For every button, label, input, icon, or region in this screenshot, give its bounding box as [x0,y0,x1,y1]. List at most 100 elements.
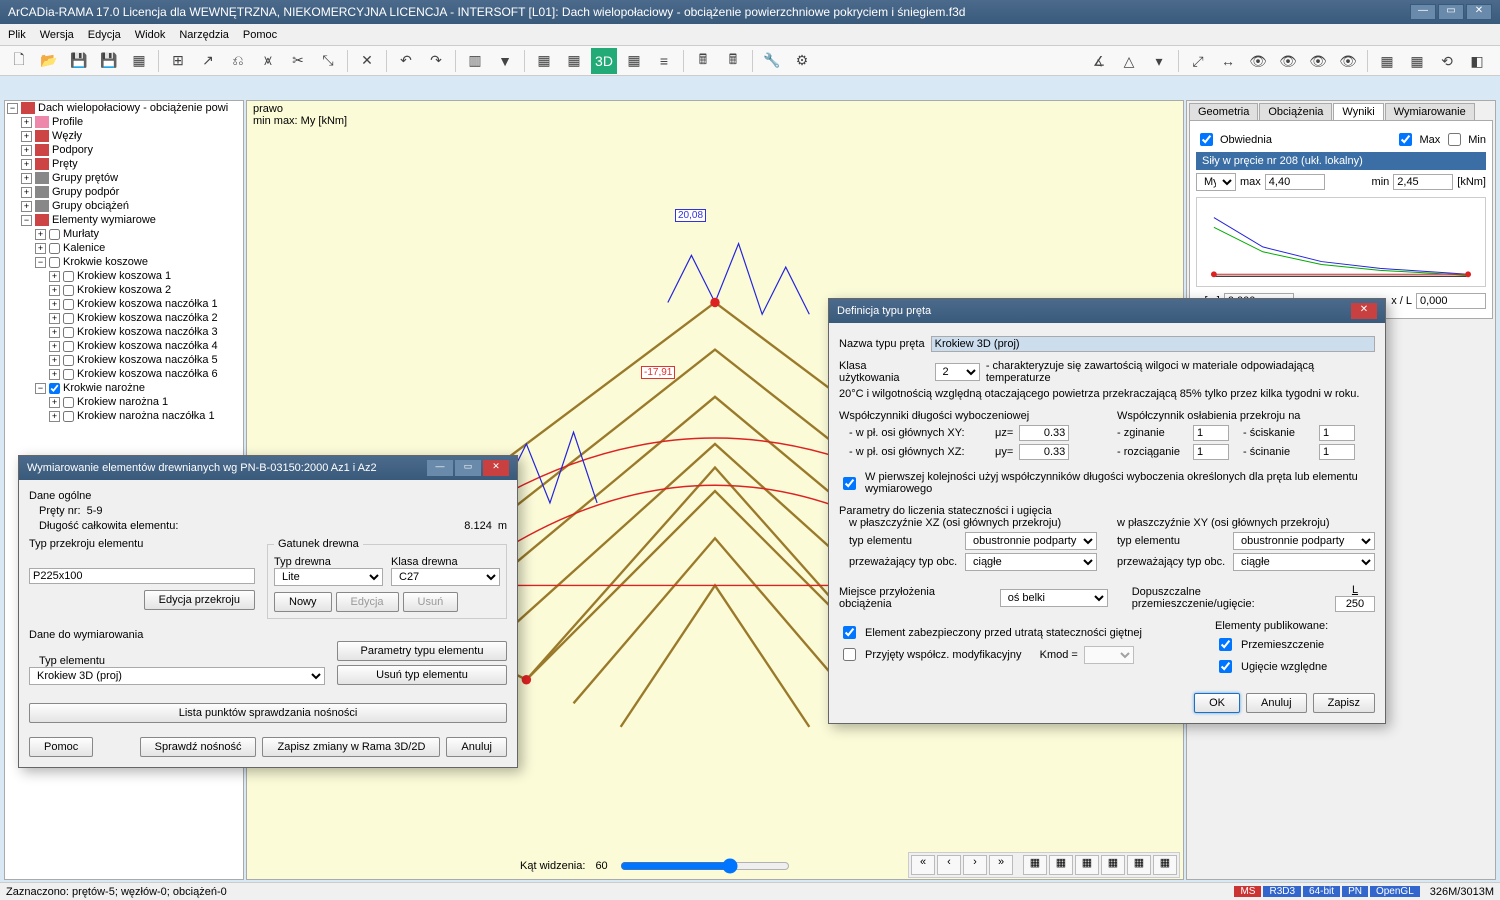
compression-field[interactable] [1319,425,1355,441]
cut-icon[interactable]: ✂ [285,48,311,74]
filter-icon[interactable]: ▼ [492,48,518,74]
tree-item[interactable]: Murłaty [63,228,99,240]
tension-field[interactable] [1193,444,1229,460]
bending-field[interactable] [1193,425,1229,441]
save-as-icon[interactable]: 💾 [96,48,122,74]
tool-icon[interactable]: △ [1116,48,1142,74]
tree-checkbox[interactable] [63,299,74,310]
tree-item[interactable]: Kalenice [63,242,105,254]
wood-type-select[interactable]: Lite [274,568,383,586]
tree-checkbox[interactable] [63,271,74,282]
nav-icon[interactable]: ▦ [1101,855,1125,875]
save-button[interactable]: Zapisz [1313,693,1375,713]
grid-icon[interactable]: ▦ [1404,48,1430,74]
tool-icon[interactable]: ⚙ [789,48,815,74]
nav-button[interactable]: › [963,855,987,875]
tool-icon[interactable]: ∡ [1086,48,1112,74]
cancel-button[interactable]: Anuluj [446,737,507,757]
ok-button[interactable]: OK [1194,693,1240,713]
tree-item[interactable]: Profile [52,116,83,128]
save-icon[interactable]: 💾 [66,48,92,74]
undo-icon[interactable]: ↶ [393,48,419,74]
tree-checkbox[interactable] [63,327,74,338]
obwiednia-checkbox[interactable] [1200,133,1213,146]
tree-item[interactable]: Krokiew narożna naczółka 1 [77,410,215,422]
deflection-field[interactable] [1335,596,1375,612]
tree-checkbox[interactable] [49,229,60,240]
priority-checkbox[interactable] [843,477,856,490]
edit-section-button[interactable]: Edycja przekroju [144,590,255,610]
redo-icon[interactable]: ↷ [423,48,449,74]
tool-icon[interactable]: ▦ [531,48,557,74]
cancel-button[interactable]: Anuluj [1246,693,1307,713]
tree-item[interactable]: Krokiew koszowa naczółka 1 [77,298,218,310]
eye-icon[interactable]: 👁 [1335,48,1361,74]
tool-icon[interactable]: ↔ [1215,48,1241,74]
delete-icon[interactable]: ✕ [354,48,380,74]
tree-checkbox[interactable] [63,355,74,366]
refresh-icon[interactable]: ⟲ [1434,48,1460,74]
tree-item[interactable]: Krokiew koszowa naczółka 3 [77,326,218,338]
settings-icon[interactable]: 🔧 [759,48,785,74]
delete-type-button[interactable]: Usuń typ elementu [337,665,507,685]
tree-item[interactable]: Krokwie koszowe [63,256,148,268]
eye-icon[interactable]: 👁 [1305,48,1331,74]
secured-checkbox[interactable] [843,626,856,639]
element-type-select[interactable]: Krokiew 3D (proj) [29,667,325,685]
tool-icon[interactable]: ▥ [462,48,488,74]
x-l-field[interactable] [1416,293,1486,309]
muz-field[interactable] [1019,425,1069,441]
tree-checkbox[interactable] [63,369,74,380]
tab-obciazenia[interactable]: Obciążenia [1259,103,1332,120]
support-type-select-xy[interactable]: obustronnie podparty [1233,532,1375,550]
minimize-button[interactable]: — [1410,4,1436,20]
tree-item[interactable]: Grupy prętów [52,172,118,184]
tree-item[interactable]: Krokiew koszowa naczółka 6 [77,368,218,380]
calc-icon[interactable]: 🖩 [690,48,716,74]
nav-icon[interactable]: ▦ [1023,855,1047,875]
deflection-checkbox[interactable] [1219,660,1232,673]
tree-item[interactable]: Grupy podpór [52,186,119,198]
tool-icon[interactable]: ⤢ [1185,48,1211,74]
tree-checkbox[interactable] [63,397,74,408]
nav-icon[interactable]: ▦ [1153,855,1177,875]
nav-icon[interactable]: ▦ [1049,855,1073,875]
save-changes-button[interactable]: Zapisz zmiany w Rama 3D/2D [262,737,440,757]
element-params-button[interactable]: Parametry typu elementu [337,641,507,661]
close-button[interactable]: ✕ [1351,303,1377,319]
menu-narzedzia[interactable]: Narzędzia [179,29,229,41]
tool-icon[interactable]: ⎌ [225,48,251,74]
tree-checkbox[interactable] [49,257,60,268]
minimize-button[interactable]: — [427,460,453,476]
shear-field[interactable] [1319,444,1355,460]
tree-item[interactable]: Krokiew koszowa 1 [77,270,171,282]
load-type-select-xy[interactable]: ciągłe [1233,553,1375,571]
3d-icon[interactable]: 3D [591,48,617,74]
tab-wyniki[interactable]: Wyniki [1333,103,1383,120]
displacement-checkbox[interactable] [1219,638,1232,651]
tool-icon[interactable]: ↗ [195,48,221,74]
tree-item[interactable]: Krokiew koszowa 2 [77,284,171,296]
nav-icon[interactable]: ▦ [1075,855,1099,875]
tree-item[interactable]: Pręty [52,158,78,170]
check-capacity-button[interactable]: Sprawdź nośność [140,737,257,757]
tool-icon[interactable]: ▾ [1146,48,1172,74]
close-button[interactable]: ✕ [1466,4,1492,20]
menu-wersja[interactable]: Wersja [40,29,74,41]
min-checkbox[interactable] [1448,133,1461,146]
tree-item[interactable]: Grupy obciążeń [52,200,129,212]
tool-icon[interactable]: ≡ [651,48,677,74]
tool-icon[interactable]: ⤡ [315,48,341,74]
open-file-icon[interactable]: 📂 [36,48,62,74]
type-name-field[interactable] [931,336,1375,352]
section-field[interactable] [29,568,255,584]
tree-item[interactable]: Krokiew koszowa naczółka 4 [77,340,218,352]
tree-checkbox[interactable] [63,411,74,422]
grid-icon[interactable]: ▦ [1374,48,1400,74]
tree-item[interactable]: Krokiew koszowa naczółka 5 [77,354,218,366]
maximize-button[interactable]: ▭ [455,460,481,476]
nav-button[interactable]: « [911,855,935,875]
tree-checkbox[interactable] [49,243,60,254]
nav-button[interactable]: » [989,855,1013,875]
tree-item[interactable]: Węzły [52,130,82,142]
